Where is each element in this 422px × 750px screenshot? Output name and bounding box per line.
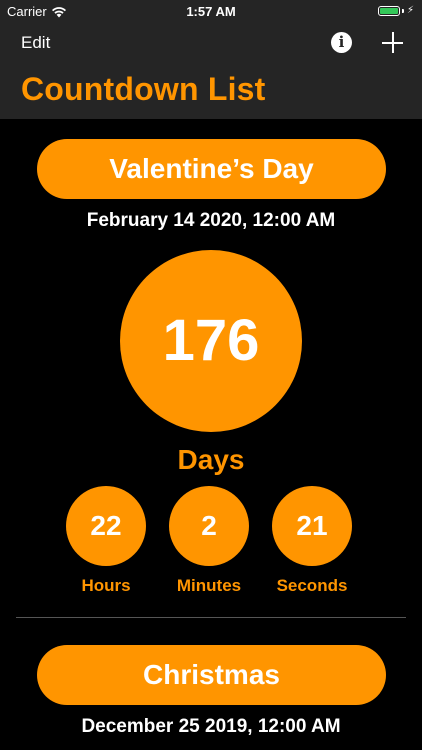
navigation-bar: Edit i Countdown List bbox=[0, 22, 422, 119]
battery-fill bbox=[379, 7, 398, 14]
info-icon[interactable]: i bbox=[331, 32, 352, 53]
seconds-count-circle: 21 bbox=[272, 486, 352, 566]
charging-bolt-icon: ⚡ bbox=[406, 5, 414, 16]
status-bar: Carrier 1:57 AM ⚡ bbox=[0, 0, 422, 22]
battery-icon bbox=[377, 5, 400, 16]
battery-cap bbox=[401, 8, 404, 13]
battery-indicator: ⚡ bbox=[377, 5, 414, 16]
days-label: Days bbox=[177, 444, 245, 475]
page-title: Countdown List bbox=[21, 71, 266, 107]
event-divider bbox=[16, 617, 406, 618]
hours-count-circle: 22 bbox=[66, 486, 146, 566]
days-count-circle: 176 bbox=[120, 250, 302, 432]
minutes-label: Minutes bbox=[176, 576, 242, 595]
seconds-label: Seconds bbox=[276, 576, 348, 595]
add-plus-icon[interactable] bbox=[382, 32, 403, 53]
event-date: December 25 2019, 12:00 AM bbox=[81, 716, 341, 737]
event-name-button[interactable]: Christmas bbox=[37, 645, 386, 705]
hours-label: Hours bbox=[81, 576, 131, 595]
status-time: 1:57 AM bbox=[186, 4, 236, 19]
edit-button[interactable]: Edit bbox=[21, 33, 50, 53]
event-name-button[interactable]: Valentine’s Day bbox=[37, 139, 386, 199]
event-date: February 14 2020, 12:00 AM bbox=[86, 210, 336, 231]
minutes-count-circle: 2 bbox=[169, 486, 249, 566]
